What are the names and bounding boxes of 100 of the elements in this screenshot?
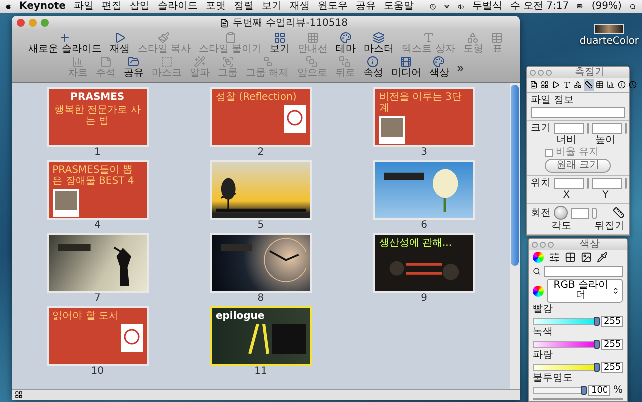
document-icon [530, 81, 538, 89]
toolbar-button[interactable]: 마스터 [362, 32, 396, 55]
plus-icon [59, 32, 72, 44]
menu-item[interactable]: Keynote [20, 0, 66, 12]
image-icon[interactable] [581, 252, 592, 263]
value-field[interactable]: 255 [601, 339, 623, 350]
menu-item[interactable]: 편집 [102, 0, 122, 12]
slide-thumbnail[interactable]: epilogue [210, 306, 312, 366]
slider-label: 불투명도 [533, 373, 574, 384]
checkbox-label: 비율 유지 [556, 147, 600, 158]
clock-icon [629, 81, 637, 89]
menu-item[interactable]: 파일 [74, 0, 94, 12]
inspector-tab[interactable] [573, 79, 583, 91]
toolbar-button[interactable]: 속성 [361, 56, 386, 79]
mode-select[interactable]: RGB 슬라이더 [547, 279, 623, 303]
color-wheel-icon[interactable] [533, 252, 544, 263]
height-field[interactable] [592, 123, 622, 134]
rotation-knob[interactable] [554, 206, 568, 220]
bar-chart-icon [72, 56, 84, 68]
menu-item[interactable]: 정렬 [234, 0, 254, 12]
sliders-icon[interactable] [549, 252, 560, 263]
inspector-tab[interactable] [584, 79, 594, 91]
value-field[interactable]: 255 [601, 362, 623, 373]
search-field[interactable] [544, 266, 623, 277]
pipette-icon[interactable] [597, 252, 608, 263]
inspector-tab[interactable] [562, 79, 572, 91]
menu-item[interactable]: 슬라이드 [158, 0, 198, 12]
slide-thumbnail[interactable] [46, 233, 149, 293]
opacity-slider[interactable] [533, 387, 586, 394]
overflow-button[interactable]: » [455, 60, 466, 74]
inspector-tab[interactable] [551, 79, 561, 91]
menu-item[interactable]: 재생 [290, 0, 310, 12]
play-icon [552, 81, 560, 89]
input-method-menu[interactable]: 두벌식 [472, 0, 502, 12]
menu-item[interactable]: 보기 [262, 0, 282, 12]
value-field[interactable]: 255 [601, 316, 623, 327]
slide-thumbnail[interactable] [210, 233, 312, 293]
text-icon [422, 32, 435, 44]
scroll-bar[interactable] [510, 83, 520, 389]
slide-thumbnail[interactable]: 생산성에 관해... [373, 233, 476, 293]
slide-thumbnail[interactable] [373, 160, 476, 220]
toolbar-button[interactable]: 재생 [108, 32, 132, 55]
original-size-button[interactable]: 원래 크기 [545, 159, 611, 173]
info-icon [367, 56, 380, 68]
field-label: 크기 [531, 123, 551, 134]
angle-field[interactable] [571, 208, 589, 218]
palette-icon [340, 32, 352, 44]
palette-grid-icon[interactable] [565, 252, 576, 263]
menu-item[interactable]: 삽입 [130, 0, 150, 12]
stepper-control[interactable] [592, 208, 597, 218]
slide-number: 3 [421, 147, 428, 158]
window-title: 두번째 수업리뷰-110518 [233, 17, 348, 30]
logo-icon [6, 2, 12, 12]
slide-thumbnail[interactable]: PRASMES 행복한 전문가로 사는 법 [46, 87, 149, 147]
search-icon[interactable] [630, 2, 636, 12]
inspector-tab[interactable] [617, 79, 627, 91]
slide-title: 읽어야 할 도서 [52, 311, 120, 322]
table-icon [596, 81, 604, 89]
search-icon [533, 267, 541, 276]
menu-item[interactable]: 도움말 [384, 0, 414, 12]
file-info-field[interactable] [531, 107, 625, 118]
road-drawing [248, 324, 306, 354]
toolbar-button[interactable]: 미디어 [389, 56, 424, 79]
unit-label: % [613, 385, 623, 396]
slide-title: epilogue [216, 311, 266, 322]
slide-number: 9 [421, 293, 428, 304]
toolbar-button[interactable]: 색상 [427, 56, 452, 79]
inspector-tab[interactable] [595, 79, 605, 91]
volume-icon[interactable] [458, 2, 464, 12]
stepper-icon [612, 287, 620, 295]
book-cover-drawing [284, 105, 306, 133]
color-slider[interactable] [533, 341, 598, 348]
x-field[interactable] [554, 178, 584, 189]
slide-number: 5 [258, 220, 264, 231]
battery-percent[interactable]: (99%) [592, 0, 622, 12]
width-field[interactable] [554, 123, 584, 134]
y-field[interactable] [592, 178, 622, 189]
toolbar-button[interactable]: 보기 [268, 32, 292, 55]
menu-clock[interactable]: 수 오전 7:17 [510, 0, 570, 12]
menu-item[interactable]: 윈도우 [318, 0, 348, 12]
close-button[interactable] [17, 19, 25, 27]
inspector-tab[interactable] [540, 79, 550, 91]
view-icon[interactable] [15, 391, 23, 399]
color-slider[interactable] [533, 364, 598, 371]
slide-title: 생산성에 관해... [379, 238, 454, 249]
desktop-icon-label[interactable]: duarteColor [580, 36, 639, 47]
folder-thumbnail[interactable] [594, 24, 624, 34]
toolbar-button[interactable]: 테마 [334, 32, 358, 55]
checkbox[interactable] [545, 148, 553, 156]
slide-number: 6 [421, 220, 428, 231]
menu-item[interactable]: 공유 [356, 0, 376, 12]
menu-item[interactable]: 포맷 [206, 0, 226, 12]
inspector-tab[interactable] [628, 79, 638, 91]
toolbar-button[interactable]: 공유 [122, 56, 146, 79]
slide-thumbnail[interactable] [210, 160, 312, 220]
color-slider[interactable] [533, 318, 598, 325]
inspector-tab[interactable] [606, 79, 616, 91]
grid-icon [307, 32, 320, 44]
toolbar-button[interactable]: 새로운 슬라이드 [26, 32, 104, 55]
inspector-tab[interactable] [529, 79, 539, 91]
